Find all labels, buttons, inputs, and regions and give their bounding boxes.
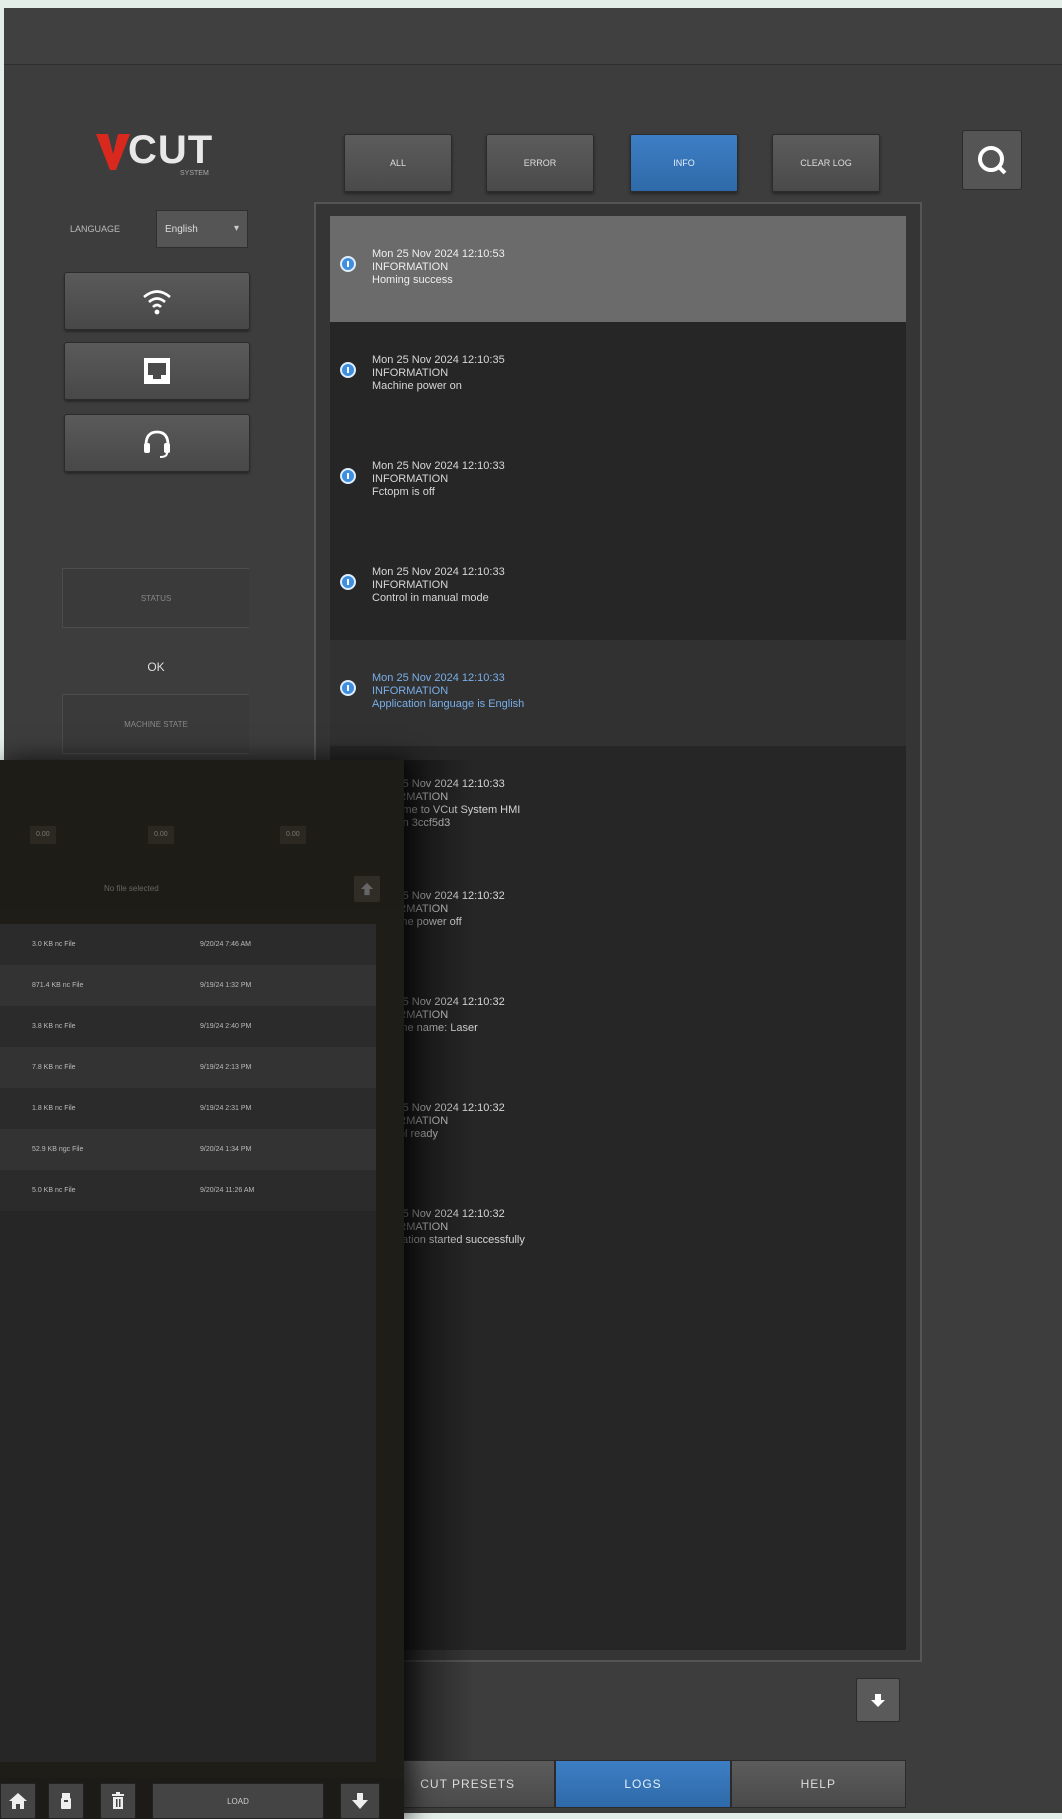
file-browser-header: 0.00 0.00 0.00 No file selected bbox=[0, 760, 404, 910]
ethernet-button[interactable] bbox=[64, 342, 250, 400]
folder-up-button[interactable] bbox=[354, 876, 380, 902]
log-entry[interactable]: Mon 25 Nov 2024 12:10:33 INFORMATION App… bbox=[330, 640, 906, 746]
filter-error-button[interactable]: ERROR bbox=[486, 134, 594, 192]
log-entry[interactable]: Mon 25 Nov 2024 12:10:33 INFORMATION Wel… bbox=[330, 746, 906, 858]
arrow-down-icon bbox=[352, 1793, 368, 1809]
log-entry[interactable]: Mon 25 Nov 2024 12:10:33 INFORMATION Con… bbox=[330, 534, 906, 640]
wifi-icon bbox=[143, 290, 171, 315]
table-row[interactable]: 3.0 KB nc File 9/20/24 7:46 AM bbox=[0, 924, 376, 965]
status-label-box: STATUS bbox=[62, 568, 249, 628]
usb-button[interactable] bbox=[48, 1783, 84, 1819]
table-row[interactable]: 3.8 KB nc File 9/19/24 2:40 PM bbox=[0, 1006, 376, 1047]
filter-info-button[interactable]: INFO bbox=[630, 134, 738, 192]
arrow-down-icon bbox=[871, 1694, 885, 1707]
file-browser-toolbar: LOAD bbox=[0, 1778, 404, 1819]
home-button[interactable] bbox=[0, 1783, 36, 1819]
tab-cut-presets[interactable]: CUT PRESETS bbox=[380, 1760, 556, 1808]
logo-subtitle: SYSTEM bbox=[180, 170, 209, 177]
language-value: English bbox=[165, 223, 198, 235]
selected-file-label: No file selected bbox=[104, 884, 159, 893]
trash-icon bbox=[112, 1792, 124, 1809]
download-button[interactable] bbox=[340, 1783, 380, 1819]
logo-v-mark bbox=[96, 134, 130, 170]
param-value: 0.00 bbox=[30, 826, 56, 844]
chevron-down-icon: ▾ bbox=[233, 223, 239, 234]
support-button[interactable] bbox=[64, 414, 250, 472]
log-entry[interactable]: Mon 25 Nov 2024 12:10:33 INFORMATION Fct… bbox=[330, 428, 906, 534]
log-entry[interactable]: Mon 25 Nov 2024 12:10:35 INFORMATION Mac… bbox=[330, 322, 906, 428]
log-panel: Mon 25 Nov 2024 12:10:53 INFORMATION Hom… bbox=[314, 202, 922, 1662]
delete-button[interactable] bbox=[100, 1783, 136, 1819]
log-entry[interactable]: Mon 25 Nov 2024 12:10:53 INFORMATION Hom… bbox=[330, 216, 906, 322]
headset-icon bbox=[144, 430, 170, 458]
param-value: 0.00 bbox=[280, 826, 306, 844]
search-icon bbox=[978, 146, 1007, 175]
language-select[interactable]: English ▾ bbox=[156, 210, 248, 248]
load-button[interactable]: LOAD bbox=[152, 1783, 324, 1819]
table-row[interactable]: 1.8 KB nc File 9/19/24 2:31 PM bbox=[0, 1088, 376, 1129]
scroll-down-button[interactable] bbox=[856, 1678, 900, 1722]
info-icon bbox=[340, 256, 356, 272]
wifi-button[interactable] bbox=[64, 272, 250, 330]
info-icon bbox=[340, 680, 356, 696]
table-row[interactable]: 7.8 KB nc File 9/19/24 2:13 PM bbox=[0, 1047, 376, 1088]
machine-state-label: MACHINE STATE bbox=[124, 719, 188, 729]
tab-help[interactable]: HELP bbox=[730, 1760, 906, 1808]
tab-logs[interactable]: LOGS bbox=[555, 1760, 731, 1808]
search-button[interactable] bbox=[962, 130, 1022, 190]
language-label: LANGUAGE bbox=[70, 224, 121, 234]
log-entry[interactable]: Mon 25 Nov 2024 12:10:32 INFORMATION Mac… bbox=[330, 858, 906, 964]
table-row[interactable]: 871.4 KB nc File 9/19/24 1:32 PM bbox=[0, 965, 376, 1006]
file-list[interactable]: 3.0 KB nc File 9/20/24 7:46 AM 871.4 KB … bbox=[0, 924, 376, 1762]
bottom-tab-bar: CUT PRESETS LOGS HELP bbox=[380, 1760, 906, 1808]
log-entry[interactable]: Mon 25 Nov 2024 12:10:32 INFORMATION Mac… bbox=[330, 964, 906, 1070]
status-value: OK bbox=[147, 660, 165, 674]
log-entry[interactable]: Mon 25 Nov 2024 12:10:32 INFORMATION Con… bbox=[330, 1070, 906, 1176]
info-icon bbox=[340, 574, 356, 590]
file-browser-window: 0.00 0.00 0.00 No file selected 3.0 KB n… bbox=[0, 760, 404, 1819]
table-row[interactable]: 5.0 KB nc File 9/20/24 11:26 AM bbox=[0, 1170, 376, 1211]
vcut-logo: CUT SYSTEM bbox=[96, 130, 213, 182]
status-label: STATUS bbox=[140, 593, 172, 603]
arrow-up-icon bbox=[360, 882, 374, 896]
info-icon bbox=[340, 468, 356, 484]
top-bar bbox=[4, 8, 1062, 65]
ethernet-icon bbox=[144, 358, 170, 384]
home-icon bbox=[9, 1793, 27, 1809]
filter-all-button[interactable]: ALL bbox=[344, 134, 452, 192]
machine-state-box: MACHINE STATE bbox=[62, 694, 249, 754]
clear-log-button[interactable]: CLEAR LOG bbox=[772, 134, 880, 192]
param-value: 0.00 bbox=[148, 826, 174, 844]
log-list[interactable]: Mon 25 Nov 2024 12:10:53 INFORMATION Hom… bbox=[330, 216, 906, 1650]
logo-text: CUT bbox=[128, 128, 214, 172]
info-icon bbox=[340, 362, 356, 378]
table-row[interactable]: 52.9 KB ngc File 9/20/24 1:34 PM bbox=[0, 1129, 376, 1170]
usb-icon bbox=[61, 1793, 71, 1809]
log-entry[interactable]: Mon 25 Nov 2024 12:10:32 INFORMATION App… bbox=[330, 1176, 906, 1282]
